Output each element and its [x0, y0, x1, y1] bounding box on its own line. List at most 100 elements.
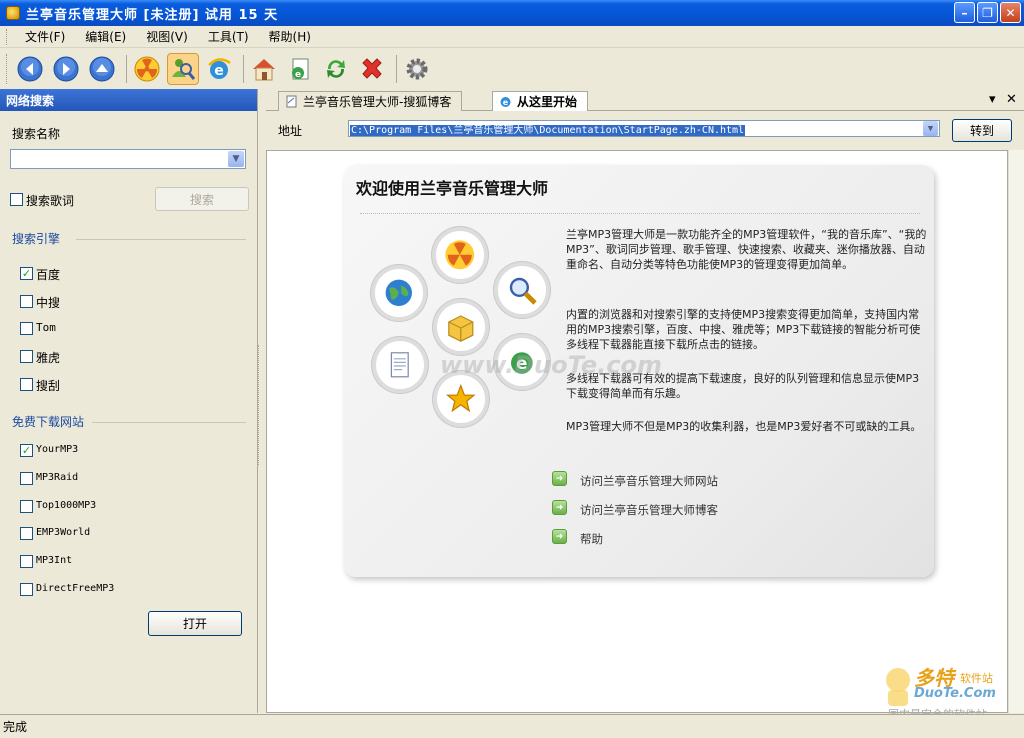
settings-button[interactable] — [401, 53, 433, 85]
close-button[interactable]: ✕ — [1000, 2, 1021, 23]
menu-file[interactable]: 文件(F) — [15, 26, 75, 47]
search-name-label: 搜索名称 — [12, 127, 61, 141]
search-circle[interactable] — [494, 262, 550, 318]
document-circle[interactable] — [372, 337, 428, 393]
panel-header: 网络搜索 — [0, 89, 257, 111]
engine-label: 雅虎 — [36, 351, 61, 365]
page-title: 欢迎使用兰亭音乐管理大师 — [356, 179, 549, 198]
tab-close-icon[interactable]: ✕ — [1006, 92, 1017, 107]
link-help[interactable]: ➜ 帮助 — [552, 529, 603, 547]
duote-watermark-logo: 多特 软件站 DuoTe.Com 国内最安全的软件站 — [878, 660, 1018, 722]
status-text: 完成 — [3, 720, 28, 734]
engine-checkbox-yahoo[interactable] — [20, 350, 33, 363]
welcome-card: 欢迎使用兰亭音乐管理大师 e www.DuoTe.com 兰亭MP3管理大师是一… — [344, 165, 934, 577]
tab-list-dropdown-icon[interactable]: ▾ — [989, 92, 996, 107]
menu-help[interactable]: 帮助(H) — [259, 26, 321, 47]
download-checkbox-emp3world[interactable] — [20, 527, 33, 540]
home-button[interactable] — [248, 53, 280, 85]
minimize-button[interactable]: – — [954, 2, 975, 23]
summary-paragraph: MP3管理大师不但是MP3的收集利器，也是MP3爱好者不可或缺的工具。 — [566, 420, 922, 433]
tab-strip: 兰亭音乐管理大师-搜狐博客 e 从这里开始 ▾ ✕ — [266, 89, 1024, 111]
engine-checkbox-tom[interactable] — [20, 322, 33, 335]
menu-tools[interactable]: 工具(T) — [198, 26, 259, 47]
vertical-scrollbar[interactable] — [1008, 150, 1024, 713]
status-bar: 完成 — [0, 714, 1024, 738]
panel-splitter[interactable] — [258, 345, 262, 465]
chevron-down-icon[interactable]: ▼ — [923, 121, 938, 136]
link-blog[interactable]: ➜ 访问兰亭音乐管理大师博客 — [552, 500, 718, 518]
toolbar-separator — [126, 55, 127, 83]
address-input[interactable]: C:\Program Files\兰亭音乐管理大师\Documentation\… — [348, 120, 940, 137]
engine-label: 百度 — [36, 268, 61, 282]
downloads-section-title: 免费下载网站 — [12, 415, 85, 429]
download-checkbox-mp3int[interactable] — [20, 555, 33, 568]
download-label: Top1000MP3 — [36, 500, 97, 511]
download-checkbox-mp3raid[interactable] — [20, 472, 33, 485]
red-x-icon — [362, 58, 382, 79]
back-arrow-icon — [17, 56, 43, 82]
open-button[interactable]: 打开 — [148, 611, 242, 636]
up-button[interactable] — [86, 53, 118, 85]
refresh-icon — [327, 60, 345, 78]
star-icon — [446, 384, 476, 413]
magnifier-icon — [510, 278, 537, 305]
download-checkbox-yourmp3[interactable]: ✓ — [20, 444, 33, 457]
link-label: 帮助 — [580, 532, 603, 546]
engine-checkbox-zhongsou[interactable] — [20, 295, 33, 308]
downloader-paragraph: 多线程下载器可有效的提高下载速度，良好的队列管理和信息显示使MP3下载变得简单而… — [566, 372, 920, 400]
arrow-right-icon: ➜ — [552, 471, 567, 486]
arrow-right-icon: ➜ — [552, 500, 567, 515]
music-circle[interactable] — [432, 227, 488, 283]
download-label: DirectFreeMP3 — [36, 583, 115, 594]
forward-button[interactable] — [50, 53, 82, 85]
stop-button[interactable] — [356, 53, 388, 85]
svg-text:e: e — [295, 70, 301, 80]
section-divider — [76, 239, 246, 240]
brand-sub: 软件站 — [960, 672, 993, 685]
menu-edit[interactable]: 编辑(E) — [75, 26, 136, 47]
globe-icon — [385, 279, 413, 307]
app-icon — [6, 6, 20, 20]
svg-text:e: e — [503, 98, 509, 107]
tab-start-page[interactable]: e 从这里开始 — [492, 91, 589, 111]
tab-sohu-blog[interactable]: 兰亭音乐管理大师-搜狐博客 — [278, 91, 463, 111]
browser-button[interactable]: e — [203, 53, 235, 85]
svg-text:e: e — [214, 63, 224, 79]
forward-arrow-icon — [53, 56, 79, 82]
engine-label: Tom — [36, 321, 56, 334]
web-search-button[interactable] — [167, 53, 199, 85]
menu-grip — [6, 28, 9, 45]
download-checkbox-top1000mp3[interactable] — [20, 500, 33, 513]
download-checkbox-directfreemp3[interactable] — [20, 583, 33, 596]
download-label: YourMP3 — [36, 444, 79, 455]
radiation-music-icon — [445, 240, 475, 270]
download-label: MP3Int — [36, 555, 73, 566]
search-lyrics-checkbox[interactable] — [10, 193, 23, 206]
package-icon — [448, 315, 474, 343]
page-button[interactable]: e — [284, 53, 316, 85]
home-icon — [253, 59, 275, 81]
engine-checkbox-sougua[interactable] — [20, 378, 33, 391]
engine-checkbox-baidu[interactable]: ✓ — [20, 267, 33, 280]
favorites-circle[interactable] — [433, 371, 489, 427]
address-bar: 地址 C:\Program Files\兰亭音乐管理大师\Documentati… — [266, 112, 1024, 150]
box-circle[interactable] — [433, 299, 489, 355]
music-library-button[interactable] — [131, 53, 163, 85]
title-bar: 兰亭音乐管理大师 [未注册] 试用 15 天 – ❐ ✕ — [0, 0, 1024, 26]
title-divider — [360, 213, 920, 214]
go-button[interactable]: 转到 — [952, 119, 1012, 142]
toolbar-grip — [6, 54, 9, 84]
back-button[interactable] — [14, 53, 46, 85]
radiation-music-icon — [134, 56, 160, 82]
toolbar-separator — [396, 55, 397, 83]
web-circle[interactable] — [371, 265, 427, 321]
menu-view[interactable]: 视图(V) — [136, 26, 198, 47]
refresh-button[interactable] — [320, 53, 352, 85]
maximize-button[interactable]: ❐ — [977, 2, 998, 23]
search-button[interactable]: 搜索 — [155, 187, 249, 211]
link-website[interactable]: ➜ 访问兰亭音乐管理大师网站 — [552, 471, 718, 489]
brand-domain: DuoTe.Com — [914, 686, 996, 701]
chevron-down-icon[interactable]: ▼ — [228, 151, 244, 167]
search-name-combobox[interactable]: ▼ — [10, 149, 246, 169]
link-label: 访问兰亭音乐管理大师网站 — [580, 474, 718, 488]
